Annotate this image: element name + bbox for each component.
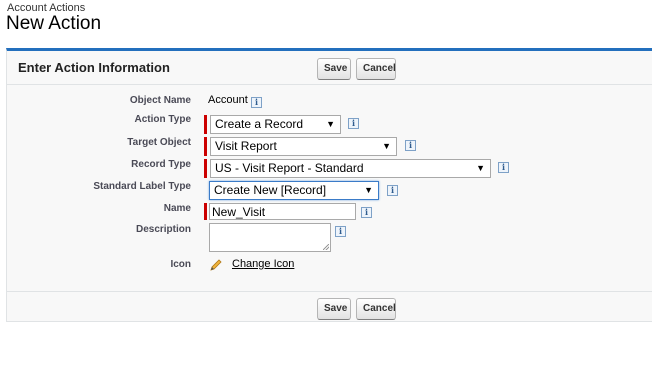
change-icon-link[interactable]: Change Icon — [232, 258, 294, 270]
info-icon[interactable]: i — [335, 226, 346, 237]
target-object-value: Visit Report — [215, 139, 277, 153]
info-icon[interactable]: i — [251, 97, 262, 108]
dropdown-arrow-icon: ▼ — [382, 141, 391, 151]
info-icon[interactable]: i — [361, 207, 372, 218]
cancel-button-bottom[interactable]: Cancel — [356, 298, 396, 320]
page-title: New Action — [6, 13, 102, 34]
dropdown-arrow-icon: ▼ — [364, 185, 373, 195]
name-input[interactable] — [209, 203, 356, 220]
info-icon[interactable]: i — [387, 185, 398, 196]
standard-label-type-select[interactable]: Create New [Record] ▼ — [209, 181, 379, 200]
info-icon[interactable]: i — [348, 118, 359, 129]
cancel-button-top[interactable]: Cancel — [356, 58, 396, 80]
info-icon[interactable]: i — [405, 140, 416, 151]
record-type-value: US - Visit Report - Standard — [215, 161, 364, 175]
required-indicator — [204, 115, 207, 134]
save-button-top[interactable]: Save — [317, 58, 351, 80]
object-name-label: Object Name — [129, 95, 191, 106]
description-label: Description — [135, 224, 191, 235]
description-textarea[interactable] — [209, 223, 331, 252]
icon-label: Icon — [170, 259, 191, 270]
action-type-select[interactable]: Create a Record ▼ — [210, 115, 341, 134]
name-label: Name — [163, 203, 191, 214]
action-type-label: Action Type — [134, 114, 191, 125]
action-info-panel: Enter Action Information Save Cancel Obj… — [6, 48, 652, 322]
resize-grip-icon[interactable] — [323, 244, 329, 250]
action-type-value: Create a Record — [215, 117, 304, 131]
required-indicator — [204, 159, 207, 178]
dropdown-arrow-icon: ▼ — [476, 163, 485, 173]
record-type-select[interactable]: US - Visit Report - Standard ▼ — [210, 159, 491, 178]
save-button-bottom[interactable]: Save — [317, 298, 351, 320]
standard-label-type-value: Create New [Record] — [214, 183, 327, 197]
info-icon[interactable]: i — [498, 162, 509, 173]
target-object-label: Target Object — [127, 137, 191, 148]
target-object-select[interactable]: Visit Report ▼ — [210, 137, 397, 156]
panel-title: Enter Action Information — [18, 60, 170, 75]
dropdown-arrow-icon: ▼ — [326, 119, 335, 129]
required-indicator — [204, 203, 207, 220]
panel-divider — [7, 291, 652, 292]
pencil-icon — [210, 259, 222, 271]
record-type-label: Record Type — [131, 159, 191, 170]
standard-label-type-label: Standard Label Type — [93, 181, 191, 192]
required-indicator — [204, 137, 207, 156]
object-name-value: Account — [208, 94, 248, 106]
